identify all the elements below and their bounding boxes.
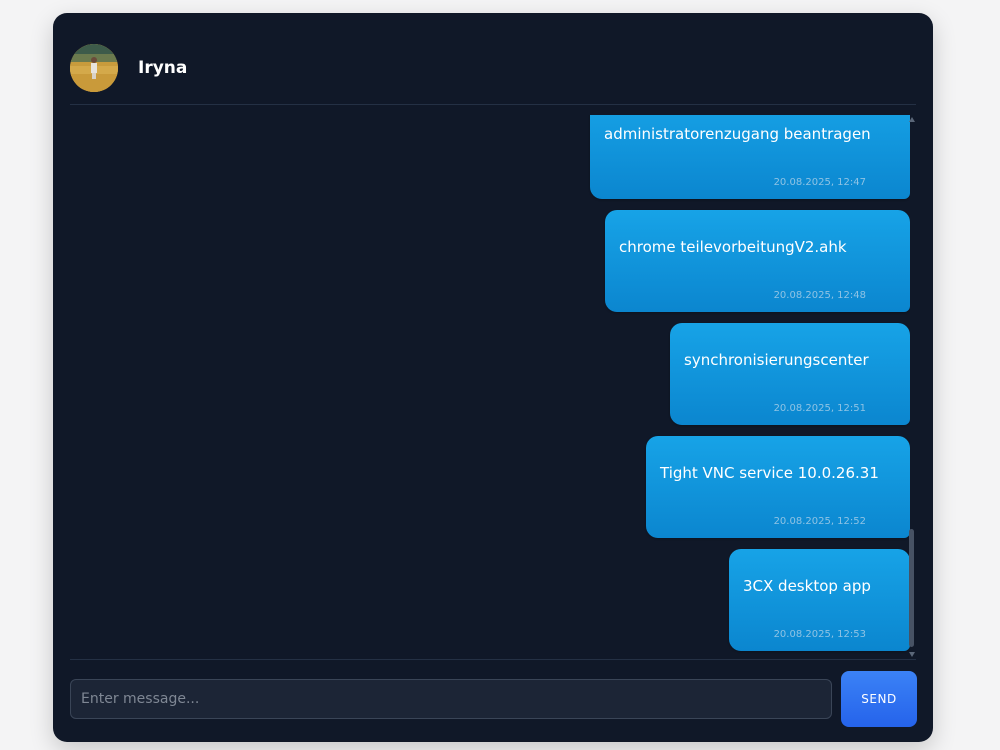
- contact-name: Iryna: [138, 58, 188, 78]
- message-input[interactable]: [70, 679, 832, 719]
- chat-header: Iryna: [70, 13, 916, 105]
- message-text: synchronisierungscenter: [684, 351, 869, 369]
- message-bubble: administratorenzugang beantragen 20.08.2…: [590, 115, 910, 199]
- message-bubble: 3CX desktop app 20.08.2025, 12:53: [729, 549, 910, 651]
- scroll-thumb[interactable]: [909, 529, 914, 647]
- avatar[interactable]: [70, 44, 118, 92]
- message-timestamp: 20.08.2025, 12:51: [773, 403, 866, 414]
- message-list[interactable]: administratorenzugang beantragen 20.08.2…: [70, 115, 910, 659]
- scroll-down-arrow-icon[interactable]: [909, 652, 915, 657]
- scroll-up-arrow-icon[interactable]: [909, 117, 915, 122]
- message-timestamp: 20.08.2025, 12:48: [773, 290, 866, 301]
- message-bubble: Tight VNC service 10.0.26.31 20.08.2025,…: [646, 436, 910, 538]
- chat-window: Iryna administratorenzugang beantragen 2…: [53, 13, 933, 742]
- avatar-photo-icon: [70, 44, 118, 92]
- message-text: Tight VNC service 10.0.26.31: [660, 464, 879, 482]
- message-timestamp: 20.08.2025, 12:47: [773, 177, 866, 188]
- send-button[interactable]: SEND: [841, 671, 917, 727]
- message-timestamp: 20.08.2025, 12:53: [773, 629, 866, 640]
- message-bubble: chrome teilevorbeitungV2.ahk 20.08.2025,…: [605, 210, 910, 312]
- message-text: administratorenzugang beantragen: [604, 125, 871, 143]
- message-bubble: synchronisierungscenter 20.08.2025, 12:5…: [670, 323, 910, 425]
- message-timestamp: 20.08.2025, 12:52: [773, 516, 866, 527]
- message-scrollbar[interactable]: [907, 115, 917, 659]
- message-text: chrome teilevorbeitungV2.ahk: [619, 238, 847, 256]
- message-composer: SEND: [70, 659, 917, 742]
- message-text: 3CX desktop app: [743, 577, 871, 595]
